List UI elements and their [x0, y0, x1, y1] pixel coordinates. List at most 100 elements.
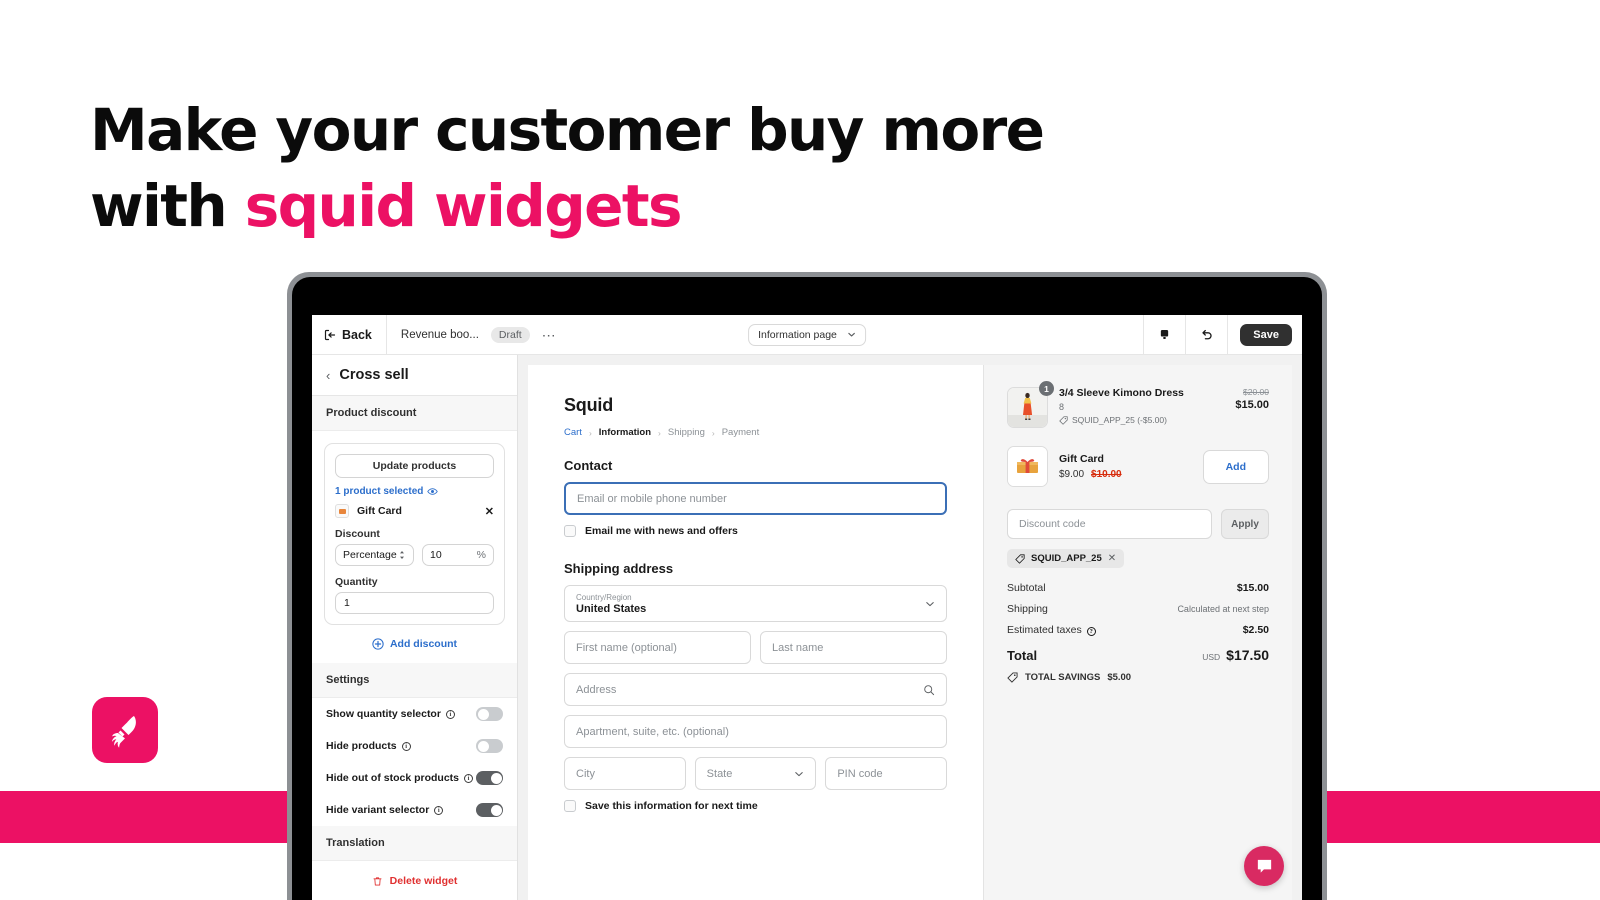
total-row: Total USD $17.50 [1007, 647, 1269, 663]
headline-line2-plain: with [90, 172, 245, 240]
discount-tag-icon [1059, 415, 1068, 425]
line-item-name: 3/4 Sleeve Kimono Dress [1059, 387, 1184, 399]
page-selector-label: Information page [758, 328, 837, 341]
discount-tag-icon [1015, 553, 1025, 564]
last-name-field[interactable]: Last name [760, 631, 947, 664]
topbar-right: Save [1143, 315, 1302, 354]
discount-unit: % [476, 549, 486, 561]
ellipsis-icon[interactable]: ⋯ [542, 328, 557, 342]
status-badge: Draft [490, 326, 530, 343]
sidebar-header[interactable]: ‹ Cross sell [312, 355, 517, 396]
headline-line1: Make your customer buy more [90, 96, 1045, 164]
back-label: Back [342, 327, 372, 342]
discount-code-input[interactable]: Discount code [1007, 509, 1212, 539]
apply-discount-button[interactable]: Apply [1221, 509, 1269, 539]
chevron-right-icon: › [658, 427, 661, 438]
info-icon[interactable]: i [401, 741, 411, 751]
squid-icon [111, 716, 136, 748]
setting-row-hide-variant-selector[interactable]: Hide variant selector i [312, 794, 517, 826]
total-currency: USD [1202, 651, 1221, 662]
state-select[interactable]: State [694, 757, 817, 790]
device-preview-button[interactable] [1143, 315, 1185, 354]
totals-block: Subtotal $15.00 Shipping Calculated at n… [1007, 582, 1269, 683]
line-item-price: $20.00 $15.00 [1235, 387, 1269, 411]
state-placeholder: State [706, 767, 733, 780]
close-icon[interactable]: ✕ [485, 505, 494, 518]
newsletter-checkbox[interactable] [564, 525, 576, 537]
quantity-label: Quantity [335, 576, 378, 588]
quantity-input[interactable]: 1 [335, 592, 494, 614]
setting-row-hide-products[interactable]: Hide products i [312, 730, 517, 762]
setting-label: Hide products [326, 740, 397, 752]
subtotal-row: Subtotal $15.00 [1007, 582, 1269, 594]
admin-topbar: Back Revenue boo... Draft ⋯ Information … [312, 315, 1302, 355]
close-icon[interactable]: ✕ [1108, 553, 1116, 564]
save-button[interactable]: Save [1240, 323, 1292, 346]
apartment-field[interactable]: Apartment, suite, etc. (optional) [564, 715, 947, 748]
document-title[interactable]: Revenue boo... [401, 329, 479, 341]
setting-row-show-quantity-selector[interactable]: Show quantity selector i [312, 698, 517, 730]
newsletter-row[interactable]: Email me with news and offers [564, 525, 947, 537]
setting-row-hide-out-of-stock-products[interactable]: Hide out of stock products i [312, 762, 517, 794]
breadcrumb-shipping: Shipping [667, 427, 705, 438]
setting-toggle[interactable] [476, 771, 503, 785]
add-upsell-button[interactable]: Add [1202, 449, 1269, 484]
total-savings-row: TOTAL SAVINGS $5.00 [1007, 672, 1269, 683]
discount-type-select[interactable]: Percentage [335, 544, 414, 566]
breadcrumb-cart[interactable]: Cart [564, 427, 582, 438]
gift-card-icon [335, 504, 349, 518]
chevron-left-icon[interactable]: ‹ [326, 368, 330, 383]
setting-toggle[interactable] [476, 707, 503, 721]
product-discount-card-wrap: Update products 1 product selected Gift … [312, 431, 517, 625]
discount-value-input[interactable]: 10 % [422, 544, 494, 566]
info-icon[interactable]: i [434, 805, 444, 815]
selected-product-row: Gift Card ✕ [335, 504, 494, 518]
total-label: Total [1007, 647, 1038, 663]
shipping-value: Calculated at next step [1177, 603, 1269, 614]
total-savings-label: TOTAL SAVINGS [1025, 671, 1101, 683]
save-info-row[interactable]: Save this information for next time [564, 800, 947, 812]
save-info-checkbox[interactable] [564, 800, 576, 812]
pin-code-field[interactable]: PIN code [825, 757, 948, 790]
breadcrumb-information: Information [598, 427, 652, 438]
subtotal-value: $15.00 [1236, 581, 1269, 594]
line-item-thumb-wrap: 1 [1007, 381, 1054, 428]
country-select[interactable]: Country/Region United States [564, 585, 947, 622]
chat-bubble-button[interactable] [1244, 846, 1284, 886]
checkout-surface: Squid Cart › Information › Shipping › Pa… [528, 365, 1292, 900]
address-field[interactable]: Address [564, 673, 947, 706]
info-icon[interactable]: ? [1086, 626, 1096, 636]
back-button[interactable]: Back [312, 315, 387, 354]
search-icon[interactable] [923, 684, 935, 696]
name-fields: First name (optional) Last name [564, 631, 947, 664]
screen: Back Revenue boo... Draft ⋯ Information … [312, 315, 1302, 900]
delete-widget-button[interactable]: Delete widget [312, 861, 517, 900]
checkout-preview: Squid Cart › Information › Shipping › Pa… [518, 355, 1302, 900]
update-products-button[interactable]: Update products [335, 454, 494, 478]
setting-label: Hide out of stock products [326, 772, 460, 784]
undo-icon [1202, 329, 1212, 339]
select-arrows-icon [400, 551, 404, 559]
first-name-field[interactable]: First name (optional) [564, 631, 751, 664]
info-icon[interactable]: i [464, 773, 474, 783]
device-preview-icon [1161, 330, 1169, 340]
undo-button[interactable] [1185, 315, 1227, 354]
line-item-quantity-badge: 1 [1039, 381, 1054, 396]
page-selector[interactable]: Information page [748, 323, 866, 346]
setting-toggle[interactable] [476, 803, 503, 817]
discount-label: Discount [335, 528, 380, 540]
save-button-wrap: Save [1227, 315, 1302, 354]
info-icon[interactable]: i [445, 709, 455, 719]
order-summary: 1 3/4 Sleeve Kimono Dress 8 SQUID_APP_25… [983, 365, 1292, 900]
email-field[interactable]: Email or mobile phone number [564, 482, 947, 515]
setting-toggle[interactable] [476, 739, 503, 753]
country-text-wrap: Country/Region United States [576, 592, 646, 616]
add-discount-button[interactable]: Add discount [312, 625, 517, 663]
city-field[interactable]: City [564, 757, 686, 790]
upsell-price-now: $9.00 [1059, 469, 1085, 480]
setting-label: Hide variant selector [326, 804, 430, 816]
laptop-frame: Back Revenue boo... Draft ⋯ Information … [287, 272, 1327, 900]
selected-products-link[interactable]: 1 product selected [335, 486, 494, 497]
chevron-right-icon: › [588, 427, 592, 438]
save-info-label: Save this information for next time [585, 800, 758, 812]
